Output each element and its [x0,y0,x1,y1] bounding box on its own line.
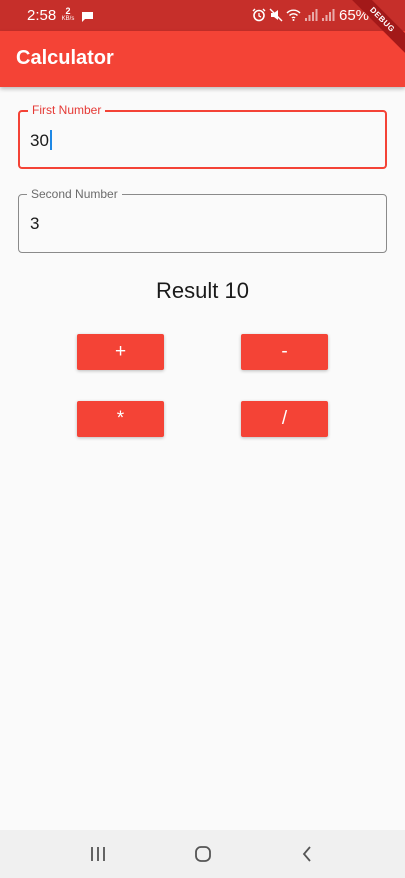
recent-apps-icon [91,847,105,861]
divide-button[interactable]: / [241,401,328,437]
add-button[interactable]: + [77,334,164,370]
wifi-icon [286,9,301,21]
app-bar: Calculator [0,31,405,87]
subtract-button[interactable]: - [241,334,328,370]
home-button[interactable] [173,830,233,878]
home-icon [195,846,211,862]
recent-apps-button[interactable] [68,830,128,878]
second-number-input[interactable]: 3 [30,214,39,234]
first-number-field[interactable]: First Number 30 [18,102,387,169]
text-cursor [49,130,52,150]
alarm-icon [252,8,266,22]
page-title: Calculator [16,47,114,69]
second-number-field[interactable]: Second Number 3 [18,186,387,253]
result-text: Result 10 [156,278,249,303]
multiply-button[interactable]: * [77,401,164,437]
signal-icon [322,9,335,21]
status-bar: 2:58 2 KB/s 65% [0,0,405,31]
signal-icon [305,9,318,21]
first-number-input[interactable]: 30 [30,130,52,151]
first-number-label: First Number [28,102,106,118]
first-number-value: 30 [30,131,49,150]
system-nav-bar [0,830,405,878]
back-button[interactable] [278,830,338,878]
message-icon [81,9,94,22]
mute-icon [269,8,283,22]
status-time: 2:58 [27,7,57,24]
data-speed-indicator: 2 KB/s [60,6,76,23]
second-number-label: Second Number [27,186,122,202]
back-icon [302,846,311,862]
data-speed-value: 2 [65,6,71,16]
data-speed-unit: KB/s [61,16,75,22]
